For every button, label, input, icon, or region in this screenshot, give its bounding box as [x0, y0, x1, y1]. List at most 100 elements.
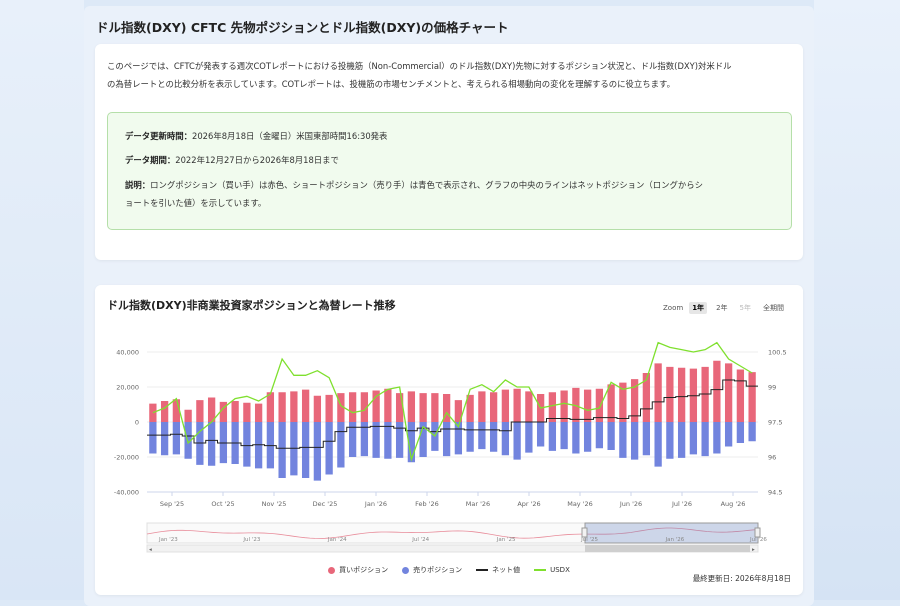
short-bar: [536, 422, 545, 447]
long-bar: [278, 392, 286, 422]
short-bar: [160, 422, 169, 456]
short-bar: [654, 422, 662, 467]
net-line-icon: [476, 569, 489, 571]
usdx-line: [152, 341, 753, 462]
usdx-line-icon: [534, 569, 547, 571]
page-title: ドル指数(DXY) CFTC 先物ポジションとドル指数(DXY)の価格チャート: [96, 20, 509, 35]
legend-usdx-label: USDX: [550, 566, 570, 574]
left-axis-tick-label: 20,000: [116, 384, 139, 392]
left-axis-tick-label: -20,000: [114, 454, 139, 462]
description-label: 説明：: [125, 180, 151, 190]
long-bar: [254, 403, 263, 422]
x-axis-tick-label: May '26: [567, 500, 593, 508]
x-axis-tick-label: Jun '26: [619, 500, 642, 508]
long-bar: [677, 367, 686, 422]
update-time-value: 2026年8月18日（金曜日）米国東部時間16:30発表: [192, 131, 388, 141]
short-bar: [337, 422, 345, 468]
right-axis-tick-label: 99: [768, 384, 776, 392]
short-bar: [701, 422, 709, 457]
short-bar: [736, 422, 745, 443]
long-bar: [513, 388, 521, 422]
left-axis-tick-label: 0: [135, 419, 139, 427]
x-axis-tick-label: Dec '25: [313, 500, 338, 508]
long-bar: [419, 393, 427, 422]
navigator-label: Jul '23: [242, 537, 260, 543]
position-chart: 40,000 20,000 0 -20,000 -40,000 100.5 99 97.5 96…: [114, 341, 787, 553]
description-line-2: ョートを引いた値）を示しています。: [125, 198, 267, 208]
description-row: 説明：ロングポジション（買い手）は赤色、ショートポジション（売り手）は青色で表示…: [125, 176, 775, 212]
legend-long[interactable]: 買いポジション: [328, 565, 388, 575]
long-bar: [196, 400, 204, 422]
data-period-label: データ期間：: [125, 155, 176, 165]
long-bar: [395, 393, 404, 422]
left-axis-tick-label: -40,000: [114, 489, 139, 497]
long-bar: [654, 363, 662, 422]
short-bar: [607, 422, 615, 450]
short-bar: [560, 422, 568, 450]
info-box: データ更新時間：2026年8月18日（金曜日）米国東部時間16:30発表 データ…: [107, 112, 792, 230]
short-bar: [595, 422, 604, 449]
legend-net-label: ネット値: [492, 566, 521, 574]
long-bar: [407, 391, 416, 422]
scroll-left-arrow-icon: ◂: [149, 547, 152, 553]
background-right: [814, 0, 900, 600]
long-bar: [160, 401, 169, 422]
short-bar: [442, 422, 451, 457]
legend-short-label: 売りポジション: [413, 566, 463, 574]
long-bar: [478, 391, 486, 422]
long-bar: [301, 389, 310, 422]
update-time-label: データ更新時間：: [125, 131, 192, 141]
short-bar: [619, 422, 627, 458]
data-period-value: 2022年12月27日から2026年8月18日まで: [175, 155, 339, 165]
legend-net[interactable]: ネット値: [476, 565, 520, 575]
short-bar: [301, 422, 310, 478]
long-bar: [384, 388, 392, 422]
short-bar: [372, 422, 380, 458]
x-axis-tick-label: Apr '26: [517, 500, 540, 508]
x-axis-tick-label: Sep '25: [160, 500, 184, 508]
right-axis-tick-label: 96: [768, 454, 776, 462]
intro-line-2: の為替レートとの比較分析を表示しています。COTレポートは、投機筋の市場センチメ…: [107, 79, 675, 89]
long-bar: [313, 395, 322, 422]
long-bar: [595, 388, 604, 422]
long-bar: [243, 402, 251, 422]
short-bar: [149, 422, 157, 454]
long-bar: [548, 392, 557, 422]
right-axis-tick-label: 97.5: [768, 419, 782, 427]
left-axis-tick-label: 40,000: [116, 349, 139, 357]
short-bar: [489, 422, 498, 452]
long-bar: [325, 394, 333, 422]
chart-card: ドル指数(DXY)非商業投資家ポジションと為替レート推移 Zoom 1年 2年 …: [95, 285, 803, 595]
long-bar: [501, 389, 510, 422]
short-bar: [243, 422, 251, 467]
legend-short[interactable]: 売りポジション: [402, 565, 462, 575]
long-bar: [583, 389, 592, 422]
scroll-right-arrow-icon: ▸: [752, 547, 755, 553]
short-bar: [666, 422, 674, 459]
x-axis-tick-label: Jan '26: [364, 500, 387, 508]
short-bar: [513, 422, 521, 460]
navigator-right-handle: [754, 527, 761, 538]
data-period-row: データ期間：2022年12月27日から2026年8月18日まで: [125, 151, 339, 169]
long-bar: [666, 366, 674, 422]
long-bar: [724, 363, 733, 422]
short-bar: [572, 422, 580, 454]
navigator-label: Jan '26: [665, 537, 685, 543]
legend-usdx[interactable]: USDX: [534, 565, 570, 575]
long-bar: [525, 391, 533, 422]
short-bar: [325, 422, 333, 475]
long-bar: [184, 409, 192, 422]
short-bar: [525, 422, 533, 453]
short-bar: [548, 422, 557, 451]
long-bar: [607, 384, 615, 422]
short-bar: [395, 422, 404, 458]
long-bar: [149, 403, 157, 422]
long-bar: [489, 392, 498, 422]
long-color-icon: [328, 566, 336, 574]
short-bar: [630, 422, 639, 460]
short-bar: [724, 422, 733, 447]
navigator-label: Jan '25: [496, 537, 516, 543]
long-bar: [560, 390, 568, 422]
short-bar: [172, 422, 181, 455]
navigator-left-handle: [581, 527, 588, 538]
